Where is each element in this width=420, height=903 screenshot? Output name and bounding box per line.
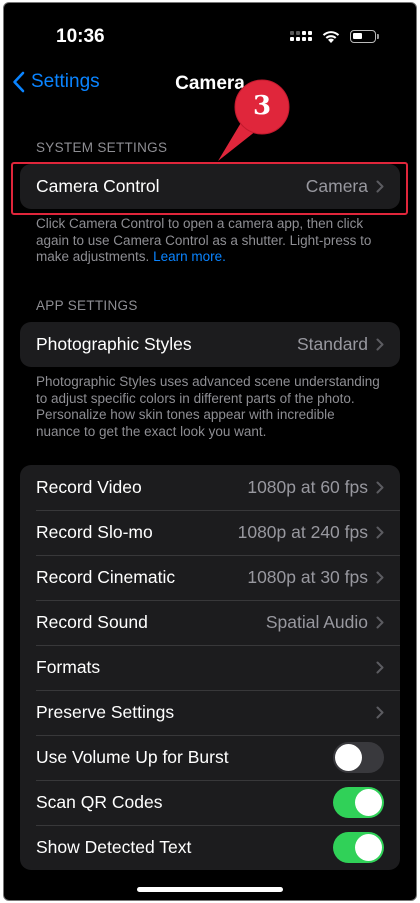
scan-qr-codes-toggle[interactable] bbox=[333, 787, 384, 818]
show-detected-text-toggle[interactable] bbox=[333, 832, 384, 863]
show-detected-text-row: Show Detected Text bbox=[20, 825, 400, 870]
row-value: 1080p at 30 fps bbox=[247, 567, 368, 587]
toggle-knob bbox=[355, 789, 382, 816]
row-value: Camera bbox=[305, 176, 368, 196]
row-label: Show Detected Text bbox=[36, 837, 192, 857]
camera-control-row[interactable]: Camera Control Camera bbox=[20, 164, 400, 209]
formats-row[interactable]: Formats bbox=[20, 645, 400, 690]
app-settings-group: Photographic Styles Standard bbox=[20, 322, 400, 367]
system-settings-group: Camera Control Camera bbox=[20, 164, 400, 209]
learn-more-link[interactable]: Learn more. bbox=[153, 249, 226, 264]
scan-qr-codes-row: Scan QR Codes bbox=[20, 780, 400, 825]
chevron-right-icon bbox=[376, 526, 384, 539]
row-value: Spatial Audio bbox=[265, 612, 368, 632]
chevron-right-icon bbox=[376, 661, 384, 674]
battery-icon bbox=[350, 29, 379, 43]
row-value: 1080p at 60 fps bbox=[247, 477, 368, 497]
row-value: Standard bbox=[296, 334, 368, 354]
record-cinematic-row[interactable]: Record Cinematic 1080p at 30 fps bbox=[20, 555, 400, 600]
record-slo-mo-row[interactable]: Record Slo-mo 1080p at 240 fps bbox=[20, 510, 400, 555]
status-time: 10:36 bbox=[56, 26, 105, 47]
chevron-right-icon bbox=[376, 481, 384, 494]
row-value: 1080p at 240 fps bbox=[237, 522, 368, 542]
toggle-knob bbox=[335, 744, 362, 771]
chevron-right-icon bbox=[376, 180, 384, 193]
app-settings-header: APP SETTINGS bbox=[36, 298, 138, 313]
record-video-row[interactable]: Record Video 1080p at 60 fps bbox=[20, 465, 400, 510]
row-label: Use Volume Up for Burst bbox=[36, 747, 229, 767]
home-indicator[interactable] bbox=[137, 887, 283, 892]
wifi-icon bbox=[322, 30, 340, 43]
row-label: Scan QR Codes bbox=[36, 792, 163, 812]
chevron-right-icon bbox=[376, 571, 384, 584]
photographic-styles-row[interactable]: Photographic Styles Standard bbox=[20, 322, 400, 367]
preserve-settings-row[interactable]: Preserve Settings bbox=[20, 690, 400, 735]
row-label: Record Sound bbox=[36, 612, 148, 632]
row-label: Record Cinematic bbox=[36, 567, 176, 587]
chevron-right-icon bbox=[376, 616, 384, 629]
annotation-number: 3 bbox=[252, 91, 272, 121]
record-settings-group: Record Video 1080p at 60 fps Record Slo-… bbox=[20, 465, 400, 870]
cellular-signal-icon bbox=[290, 31, 312, 41]
status-icons bbox=[290, 28, 379, 44]
volume-up-burst-toggle[interactable] bbox=[333, 742, 384, 773]
system-settings-footer: Click Camera Control to open a camera ap… bbox=[36, 216, 381, 266]
row-label: Record Video bbox=[36, 477, 142, 497]
toggle-knob bbox=[355, 834, 382, 861]
chevron-right-icon bbox=[376, 706, 384, 719]
record-sound-row[interactable]: Record Sound Spatial Audio bbox=[20, 600, 400, 645]
system-settings-header: SYSTEM SETTINGS bbox=[36, 140, 168, 155]
page-title: Camera bbox=[175, 73, 245, 94]
chevron-right-icon bbox=[376, 338, 384, 351]
row-label: Formats bbox=[36, 657, 101, 677]
volume-up-burst-row: Use Volume Up for Burst bbox=[20, 735, 400, 780]
row-label: Record Slo-mo bbox=[36, 522, 153, 542]
row-label: Camera Control bbox=[36, 176, 160, 196]
phone-screen: 10:36 Settings Camera SYSTEM SETTINGS Ca… bbox=[3, 2, 417, 901]
row-label: Preserve Settings bbox=[36, 702, 175, 722]
row-label: Photographic Styles bbox=[36, 334, 192, 354]
app-settings-footer: Photographic Styles uses advanced scene … bbox=[36, 374, 380, 439]
